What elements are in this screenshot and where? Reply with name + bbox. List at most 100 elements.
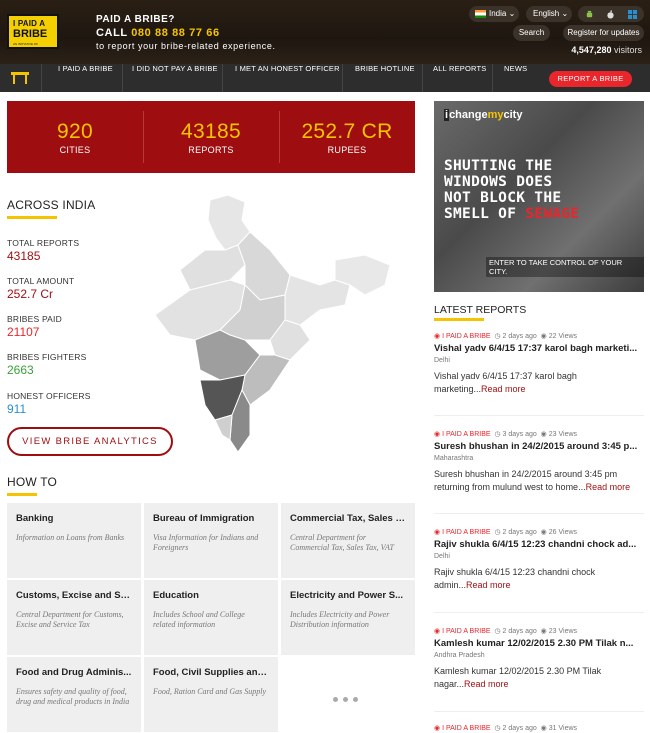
stats-banner: 920 CITIES 43185 REPORTS 252.7 CR RUPEES [7, 101, 415, 173]
report-views: 23 Views [548, 431, 578, 438]
total-amount-label: TOTAL AMOUNT [7, 276, 75, 286]
how-to-tile-electricity[interactable]: Electricity and Power S... Includes Elec… [281, 580, 415, 655]
report-title[interactable]: Kamlesh kumar 12/02/2015 2.30 PM Tilak n… [434, 638, 644, 649]
india-map[interactable] [150, 190, 400, 465]
view-bribe-analytics-button[interactable]: VIEW BRIBE ANALYTICS [7, 427, 173, 456]
report-meta: ◉ I PAID A BRIBE ◷ 2 days ago ◉ 22 Views [434, 333, 578, 340]
read-more-link[interactable]: Read more [464, 679, 509, 689]
stat-cities: 920 CITIES [7, 101, 143, 173]
read-more-link[interactable]: Read more [586, 482, 631, 492]
report-a-bribe-button[interactable]: REPORT A BRIBE [549, 71, 632, 87]
nav-divider [342, 64, 343, 92]
ad-line: NOT BLOCK THE [444, 190, 562, 206]
logo-line1: I PAID A [13, 19, 46, 28]
brand-change: change [449, 109, 488, 121]
chevron-down-icon: ⌄ [508, 9, 516, 18]
honest-officers-value: 911 [7, 402, 27, 416]
report-body: Kamlesh kumar 12/02/2015 2.30 PM Tilak n… [434, 666, 602, 689]
ad-line: SHUTTING THE [444, 158, 553, 174]
how-to-tile-education[interactable]: Education Includes School and College re… [144, 580, 278, 655]
register-button[interactable]: Register for updates [563, 25, 644, 41]
how-to-tile-food-drug[interactable]: Food and Drug Adminis... Ensures safety … [7, 657, 141, 732]
nav-i-did-not-pay[interactable]: I DID NOT PAY A BRIBE [132, 64, 218, 92]
stat-rupees: 252.7 CR RUPEES [279, 101, 415, 173]
stat-value: 43185 [181, 120, 241, 143]
tile-desc: Central Department for Commercial Tax, S… [290, 533, 395, 552]
report-item[interactable]: ◉ I PAID A BRIBE ◷ 2 days ago ◉ 26 Views… [434, 528, 644, 592]
site-logo[interactable]: I PAID A BRIBE AN INITIATIVE OF JANAAGRA… [7, 14, 59, 50]
report-location: Maharashtra [434, 455, 474, 462]
report-item[interactable]: ◉ I PAID A BRIBE ◷ 3 days ago ◉ 23 Views… [434, 430, 644, 494]
tile-title: Commercial Tax, Sales T... [290, 513, 406, 524]
tile-title: Customs, Excise and Se... [16, 590, 132, 601]
report-item[interactable]: ◉ I PAID A BRIBE ◷ 2 days ago ◉ 31 Views [434, 724, 644, 732]
language-select[interactable]: English ⌄ [526, 6, 572, 22]
stat-reports: 43185 REPORTS [143, 101, 279, 173]
nav-news[interactable]: NEWS [504, 64, 527, 92]
report-time: 2 days ago [502, 529, 537, 536]
how-to-tile-civil-supplies[interactable]: Food, Civil Supplies and... Food, Ration… [144, 657, 278, 732]
honest-officers-label: HONEST OFFICERS [7, 391, 91, 401]
report-time: 2 days ago [502, 725, 537, 732]
tile-title: Food and Drug Adminis... [16, 667, 132, 678]
home-icon[interactable] [10, 71, 30, 85]
nav-bribe-hotline[interactable]: BRIBE HOTLINE [355, 64, 415, 92]
report-category: ◉ I PAID A BRIBE [434, 529, 491, 536]
report-item[interactable]: ◉ I PAID A BRIBE ◷ 2 days ago ◉ 23 Views… [434, 627, 644, 691]
ad-highlight: SEWAGE [525, 206, 580, 222]
india-flag-icon [475, 9, 486, 18]
call-label: CALL [96, 27, 128, 39]
nav-honest-officer[interactable]: I MET AN HONEST OFFICER [235, 64, 340, 92]
ad-line: WINDOWS DOES [444, 174, 553, 190]
across-india-title: ACROSS INDIA [7, 198, 96, 212]
android-icon[interactable] [585, 10, 594, 19]
report-body: Rajiv shukla 6/4/15 12:23 chandni chock … [434, 567, 596, 590]
bribe-fighters-value: 2663 [7, 363, 34, 377]
how-to-tile-commercial-tax[interactable]: Commercial Tax, Sales T... Central Depar… [281, 503, 415, 578]
bribes-paid-label: BRIBES PAID [7, 314, 62, 324]
brand-city: city [503, 109, 523, 121]
report-category: ◉ I PAID A BRIBE [434, 333, 491, 340]
ichangemycity-banner[interactable]: ichangemycity SHUTTING THE WINDOWS DOES … [434, 101, 644, 292]
how-to-tile-customs[interactable]: Customs, Excise and Se... Central Depart… [7, 580, 141, 655]
report-title[interactable]: Vishal yadv 6/4/15 17:37 karol bagh mark… [434, 343, 644, 354]
nav-divider [41, 64, 42, 92]
windows-icon[interactable] [628, 10, 637, 19]
title-underline [7, 493, 37, 496]
stat-label: CITIES [59, 145, 91, 155]
report-divider [434, 415, 644, 416]
read-more-link[interactable]: Read more [466, 580, 511, 590]
report-title[interactable]: Suresh bhushan in 24/2/2015 around 3:45 … [434, 441, 644, 452]
report-views: 23 Views [548, 628, 578, 635]
how-to-tile-banking[interactable]: Banking Information on Loans from Banks [7, 503, 141, 578]
header-question: PAID A BRIBE? [96, 14, 175, 25]
nav-i-paid-a-bribe[interactable]: I PAID A BRIBE [58, 64, 113, 92]
bribes-paid-value: 21107 [7, 325, 40, 339]
report-meta: ◉ I PAID A BRIBE ◷ 2 days ago ◉ 23 Views [434, 628, 578, 635]
dot-icon [353, 697, 358, 702]
apple-icon[interactable] [606, 10, 615, 19]
ad-cta: ENTER TO TAKE CONTROL OF YOUR CITY. [486, 257, 644, 277]
tile-desc: Includes Electricity and Power Distribut… [290, 610, 390, 629]
report-location: Delhi [434, 553, 450, 560]
search-button[interactable]: Search [513, 25, 550, 41]
report-views: 26 Views [548, 529, 578, 536]
ad-line-text: SMELL OF [444, 206, 517, 222]
report-title[interactable]: Rajiv shukla 6/4/15 12:23 chandni chock … [434, 539, 644, 550]
total-reports-value: 43185 [7, 249, 41, 263]
report-category: ◉ I PAID A BRIBE [434, 431, 491, 438]
language-label: English [533, 9, 560, 18]
how-to-tile-immigration[interactable]: Bureau of Immigration Visa Information f… [144, 503, 278, 578]
bribe-fighters-label: BRIBES FIGHTERS [7, 352, 87, 362]
tile-desc: Ensures safety and quality of food, drug… [16, 687, 130, 706]
country-select[interactable]: India ⌄ [469, 6, 519, 22]
tile-title: Education [153, 590, 199, 601]
nav-all-reports[interactable]: ALL REPORTS [433, 64, 486, 92]
call-number[interactable]: 080 88 88 77 66 [131, 27, 220, 39]
report-category: ◉ I PAID A BRIBE [434, 725, 491, 732]
dot-icon [343, 697, 348, 702]
more-tiles-button[interactable] [333, 689, 363, 707]
stat-label: RUPEES [327, 145, 367, 155]
report-item[interactable]: ◉ I PAID A BRIBE ◷ 2 days ago ◉ 22 Views… [434, 332, 644, 396]
read-more-link[interactable]: Read more [481, 384, 526, 394]
